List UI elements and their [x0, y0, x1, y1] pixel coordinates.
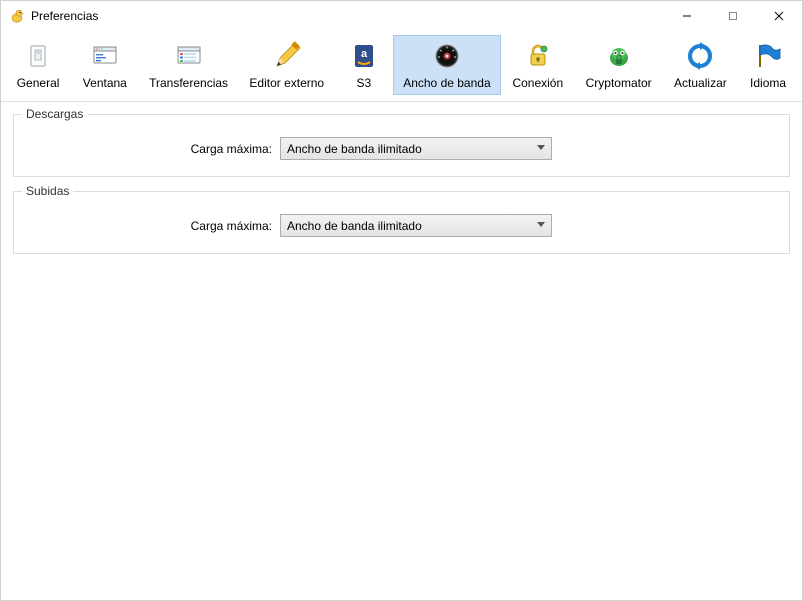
uploads-maxload-select[interactable]: Ancho de banda ilimitado	[280, 214, 552, 237]
group-descargas: Descargas Carga máxima: Ancho de banda i…	[13, 114, 790, 177]
chevron-down-icon	[537, 143, 545, 154]
titlebar: Preferencias	[1, 1, 802, 31]
minimize-button[interactable]	[664, 1, 710, 31]
tab-cryptomator[interactable]: Cryptomator	[575, 35, 663, 95]
transfers-icon	[173, 40, 205, 72]
content-area: Descargas Carga máxima: Ancho de banda i…	[1, 102, 802, 600]
tab-label: Cryptomator	[586, 76, 652, 90]
window-icon	[89, 40, 121, 72]
tab-label: Conexión	[512, 76, 563, 90]
tab-label: General	[17, 76, 60, 90]
tab-idioma[interactable]: Idioma	[738, 35, 798, 95]
tab-editor-externo[interactable]: Editor externo	[239, 35, 335, 95]
uploads-maxload-label: Carga máxima:	[26, 219, 272, 233]
tab-transferencias[interactable]: Transferencias	[139, 35, 239, 95]
app-duck-icon	[9, 8, 25, 24]
downloads-maxload-select[interactable]: Ancho de banda ilimitado	[280, 137, 552, 160]
group-legend: Subidas	[22, 184, 73, 198]
tab-actualizar[interactable]: Actualizar	[663, 35, 739, 95]
connection-lock-icon	[522, 40, 554, 72]
close-button[interactable]	[756, 1, 802, 31]
cryptomator-icon	[603, 40, 635, 72]
tab-label: Ventana	[83, 76, 127, 90]
pencil-icon	[271, 40, 303, 72]
flag-icon	[752, 40, 784, 72]
select-value: Ancho de banda ilimitado	[287, 142, 422, 156]
select-value: Ancho de banda ilimitado	[287, 219, 422, 233]
tab-ventana[interactable]: Ventana	[71, 35, 138, 95]
group-subidas: Subidas Carga máxima: Ancho de banda ili…	[13, 191, 790, 254]
chevron-down-icon	[537, 220, 545, 231]
tab-label: S3	[357, 76, 372, 90]
tab-label: Idioma	[750, 76, 786, 90]
tab-ancho-de-banda[interactable]: Ancho de banda	[393, 35, 501, 95]
tab-label: Transferencias	[149, 76, 228, 90]
tab-general[interactable]: General	[5, 35, 71, 95]
tab-conexion[interactable]: Conexión	[501, 35, 575, 95]
group-legend: Descargas	[22, 107, 87, 121]
downloads-maxload-label: Carga máxima:	[26, 142, 272, 156]
refresh-icon	[684, 40, 716, 72]
svg-text:a: a	[361, 48, 368, 60]
maximize-button[interactable]	[710, 1, 756, 31]
window-title: Preferencias	[31, 9, 98, 23]
s3-icon: a	[348, 40, 380, 72]
tab-label: Editor externo	[249, 76, 324, 90]
tab-label: Ancho de banda	[403, 76, 490, 90]
tab-label: Actualizar	[674, 76, 727, 90]
general-icon	[22, 40, 54, 72]
preferences-toolbar: General Ventana	[1, 31, 802, 102]
bandwidth-gauge-icon	[431, 40, 463, 72]
tab-s3[interactable]: a S3	[335, 35, 393, 95]
